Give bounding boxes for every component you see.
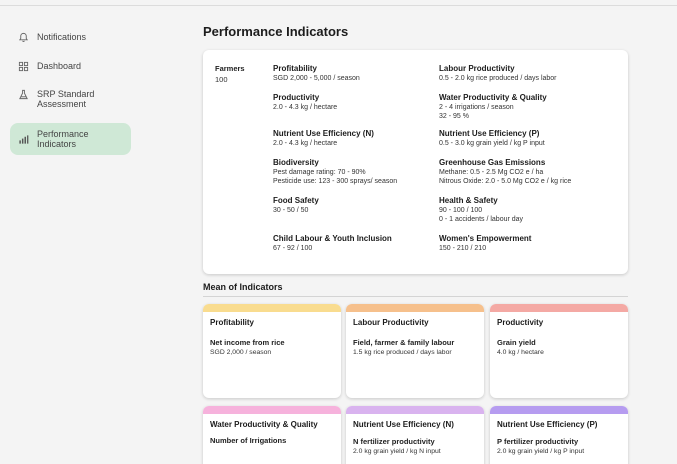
indicator-ghg-emissions: Greenhouse Gas Emissions Methane: 0.5 - … [439,158,572,185]
card-color-bar [203,304,341,312]
card-value: SGD 2,000 / season [210,349,272,356]
sidebar: Notifications Dashboard SRP Standard Ass… [0,6,140,464]
indicator-womens-empowerment: Women's Empowerment 150 - 210 / 210 [439,234,532,252]
mean-card-productivity[interactable]: Productivity Grain yield 4.0 kg / hectar… [490,304,628,398]
card-title: Productivity [497,318,544,327]
bar-chart-icon [19,135,29,144]
indicator-biodiversity: Biodiversity Pest damage rating: 70 - 90… [273,158,398,185]
indicator-health-safety: Health & Safety 90 - 100 / 100 0 - 1 acc… [439,196,524,223]
card-value: 2.0 kg grain yield / kg P input [497,448,585,455]
sidebar-item-label: Notifications [37,32,87,42]
card-subtitle: Number of Irrigations [210,436,287,445]
performance-indicators-card: Farmers 100 Profitability SGD 2,000 - 5,… [203,50,628,274]
indicator-food-safety: Food Safety 30 - 50 / 50 [273,196,319,214]
indicator-profitability: Profitability SGD 2,000 - 5,000 / season [273,64,360,82]
card-color-bar [490,406,628,414]
indicator-nue-n: Nutrient Use Efficiency (N) 2.0 - 4.3 kg… [273,129,374,147]
farmers-value: 100 [215,75,228,84]
farmers-count: Farmers 100 [215,64,245,84]
card-color-bar [346,304,484,312]
sidebar-item-srp-assessment[interactable]: SRP Standard Assessment [10,83,131,115]
card-color-bar [346,406,484,414]
card-title: Nutrient Use Efficiency (P) [497,420,598,429]
sidebar-item-label: Dashboard [37,61,82,71]
card-value: 2.0 kg grain yield / kg N input [353,448,441,455]
card-subtitle: P fertilizer productivity [497,437,579,446]
mean-card-profitability[interactable]: Profitability Net income from rice SGD 2… [203,304,341,398]
indicator-nue-p: Nutrient Use Efficiency (P) 0.5 - 3.0 kg… [439,129,545,147]
mean-card-labour-productivity[interactable]: Labour Productivity Field, farmer & fami… [346,304,484,398]
card-value: 1.5 kg rice produced / days labor [353,349,452,356]
indicator-labour-productivity: Labour Productivity 0.5 - 2.0 kg rice pr… [439,64,557,82]
card-subtitle: Field, farmer & family labour [353,338,455,347]
sidebar-item-label: Performance Indicators [37,129,89,149]
farmers-label: Farmers [215,64,245,73]
bell-icon [18,32,29,42]
indicator-productivity: Productivity 2.0 - 4.3 kg / hectare [273,93,338,111]
card-title: Labour Productivity [353,318,429,327]
flask-icon [19,89,28,100]
mean-card-nue-p[interactable]: Nutrient Use Efficiency (P) P fertilizer… [490,406,628,464]
indicator-child-labour: Child Labour & Youth Inclusion 67 - 92 /… [273,234,392,252]
card-subtitle: Grain yield [497,338,536,347]
sidebar-item-label: SRP Standard Assessment [37,89,95,109]
dashboard-icon [18,61,29,72]
card-color-bar [490,304,628,312]
sidebar-item-dashboard[interactable]: Dashboard [10,55,131,78]
indicator-water-productivity: Water Productivity & Quality 2 - 4 irrig… [439,93,547,120]
card-subtitle: N fertilizer productivity [353,437,435,446]
card-title: Water Productivity & Quality [210,420,318,429]
card-title: Profitability [210,318,255,327]
mean-section-title: Mean of Indicators [203,282,283,292]
card-title: Nutrient Use Efficiency (N) [353,420,454,429]
main-content: Performance Indicators Farmers 100 Profi… [140,6,677,464]
section-divider [203,296,628,297]
sidebar-item-performance-indicators[interactable]: Performance Indicators [10,123,131,155]
mean-card-water-productivity[interactable]: Water Productivity & Quality Number of I… [203,406,341,464]
sidebar-item-notifications[interactable]: Notifications [10,26,131,49]
card-color-bar [203,406,341,414]
card-subtitle: Net income from rice [210,338,285,347]
card-value: 4.0 kg / hectare [497,349,544,356]
page-title: Performance Indicators [203,24,349,39]
mean-card-nue-n[interactable]: Nutrient Use Efficiency (N) N fertilizer… [346,406,484,464]
